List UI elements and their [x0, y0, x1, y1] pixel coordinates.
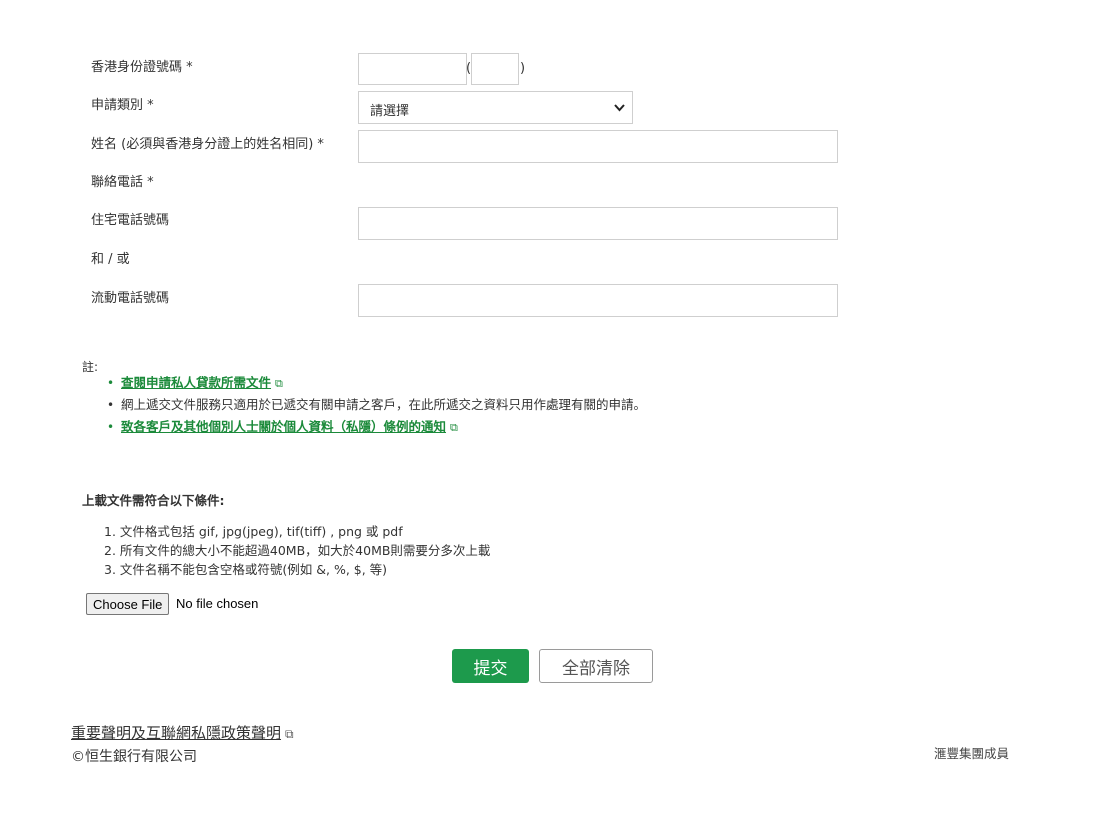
home-phone-label: 住宅電話號碼	[91, 213, 170, 228]
home-phone-input[interactable]	[358, 207, 838, 240]
condition-item: 3. 文件名稱不能包含空格或符號(例如 &, %, $, 等)	[104, 562, 388, 577]
note-item: • 網上遞交文件服務只適用於已遞交有關申請之客戶，在此所遞交之資料只用作處理有關…	[107, 394, 647, 416]
copyright-text: ©恒生銀行有限公司	[71, 749, 197, 765]
and-or-text: 和 / 或	[91, 252, 130, 267]
file-status-text: No file chosen	[176, 596, 259, 611]
submit-button[interactable]: 提交	[452, 649, 529, 683]
condition-item: 2. 所有文件的總大小不能超過40MB，如大於40MB則需要分多次上載	[104, 543, 491, 558]
note-item: • 致各客戶及其他個別人士關於個人資料（私隱）條例的通知 ⧉	[107, 416, 646, 438]
mobile-input[interactable]	[358, 284, 838, 317]
notes-title: 註:	[82, 360, 99, 374]
choose-file-button[interactable]: Choose File	[86, 593, 170, 615]
disclaimer-privacy-link[interactable]: 重要聲明及互聯網私隱政策聲明	[71, 724, 281, 742]
note-item: • 查閱申請私人貸款所需文件 ⧉	[107, 372, 646, 394]
note-text: 網上遞交文件服務只適用於已遞交有關申請之客戶，在此所遞交之資料只用作處理有關的申…	[121, 397, 647, 412]
condition-item: 1. 文件格式包括 gif, jpg(jpeg), tif(tiff) , pn…	[104, 524, 403, 539]
name-input[interactable]	[358, 130, 838, 163]
clear-all-button[interactable]: 全部清除	[539, 649, 653, 683]
bullet: •	[107, 376, 115, 390]
mobile-label: 流動電話號碼	[91, 291, 170, 306]
upload-conditions-list: 1. 文件格式包括 gif, jpg(jpeg), tif(tiff) , pn…	[104, 522, 490, 579]
upload-conditions-title: 上載文件需符合以下條件:	[82, 493, 225, 508]
hkid-input[interactable]	[358, 53, 467, 85]
privacy-notice-link[interactable]: 致各客戶及其他個別人士關於個人資料（私隱）條例的通知	[121, 419, 446, 434]
footer-disclaimer: 重要聲明及互聯網私隱政策聲明 ⧉	[71, 722, 294, 743]
bullet: •	[107, 420, 115, 434]
hsbc-group-member-text: 滙豐集團成員	[934, 746, 1010, 761]
external-link-icon: ⧉	[450, 421, 458, 434]
name-label: 姓名 (必須與香港身分證上的姓名相同) *	[91, 137, 324, 152]
category-selected-value: 請選擇	[370, 104, 410, 119]
external-link-icon: ⧉	[275, 377, 283, 390]
notes-list: • 查閱申請私人貸款所需文件 ⧉ • 網上遞交文件服務只適用於已遞交有關申請之客戶…	[107, 372, 647, 438]
required-documents-link[interactable]: 查閱申請私人貸款所需文件	[121, 375, 271, 390]
hkid-check-digit-input[interactable]	[471, 53, 519, 85]
hkid-label: 香港身份證號碼 *	[91, 60, 193, 75]
chevron-down-icon	[614, 104, 625, 112]
bullet: •	[107, 398, 115, 412]
external-link-icon: ⧉	[285, 727, 294, 741]
category-select[interactable]: 請選擇	[358, 91, 633, 124]
category-label: 申請類別 *	[91, 98, 154, 113]
hkid-close-paren: )	[520, 61, 526, 76]
contact-label: 聯絡電話 *	[91, 175, 154, 190]
